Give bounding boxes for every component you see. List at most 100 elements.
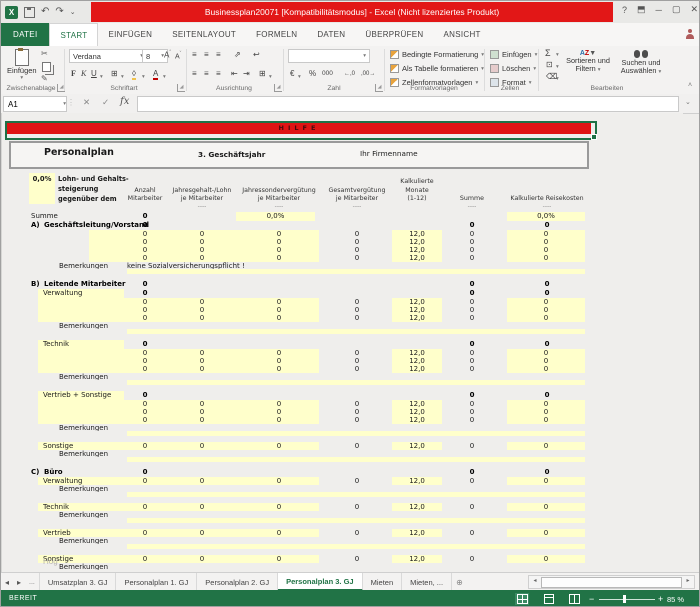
decrease-indent-icon[interactable]: ⇤	[231, 70, 238, 78]
minimize-icon[interactable]: ─	[656, 5, 662, 15]
cell-input[interactable]: 0	[254, 477, 304, 485]
cell-summe[interactable]: 0	[447, 391, 497, 400]
tab-einfuegen[interactable]: EINFÜGEN	[98, 23, 162, 46]
align-left-icon[interactable]: ≡	[192, 70, 197, 78]
sheet-title[interactable]: Personalplan	[44, 147, 114, 158]
name-box[interactable]: A1▾	[3, 96, 67, 112]
cell-gesamt[interactable]: 0	[332, 230, 382, 238]
zoom-out-icon[interactable]: −	[589, 594, 594, 604]
cell-summe[interactable]: 0	[447, 221, 497, 230]
currency-icon[interactable]: €	[290, 70, 294, 78]
cell-reise[interactable]: 0	[522, 468, 572, 477]
cell-monate[interactable]: 12,0	[392, 246, 442, 254]
cell-monate[interactable]: 12,0	[392, 529, 442, 537]
cell-monate[interactable]: 12,0	[392, 349, 442, 357]
cell-input[interactable]: 0	[120, 400, 170, 408]
align-right-icon[interactable]: ≡	[216, 70, 221, 78]
cell-input[interactable]: 0	[254, 357, 304, 365]
cell-input[interactable]: 0	[177, 529, 227, 537]
align-top-icon[interactable]: ≡	[192, 51, 197, 59]
cell-input[interactable]: 0	[254, 408, 304, 416]
cell-input[interactable]: 0	[120, 442, 170, 450]
cell-gesamt[interactable]: 0	[332, 298, 382, 306]
cell-reise[interactable]: 0	[507, 477, 585, 485]
cell-gesamt[interactable]: 0	[332, 408, 382, 416]
cell-input[interactable]: 0	[177, 254, 227, 262]
cell-input[interactable]: 0	[254, 442, 304, 450]
remark-input-cell[interactable]	[127, 329, 585, 334]
cell-input[interactable]: 0	[120, 555, 170, 563]
copy-icon[interactable]	[42, 62, 51, 72]
subsection-label[interactable]: Verwaltung	[43, 477, 123, 485]
fill-color-icon[interactable]: ◊	[132, 70, 136, 80]
company-name-cell[interactable]: Ihr Firmenname	[360, 149, 418, 158]
cell-reise[interactable]: 0	[507, 254, 585, 262]
cell-gesamt[interactable]: 0	[332, 555, 382, 563]
horizontal-scrollbar[interactable]: ◂ ▸	[528, 575, 695, 589]
cell-input[interactable]: 0	[254, 529, 304, 537]
tab-ansicht[interactable]: ANSICHT	[434, 23, 491, 46]
conditional-formatting-button[interactable]: Bedingte Formatierung▾	[390, 50, 484, 59]
cell-gesamt[interactable]: 0	[332, 238, 382, 246]
cell-summe[interactable]: 0	[447, 408, 497, 416]
column-header[interactable]: Kalkulierte Reisekosten	[498, 195, 596, 203]
cell-input[interactable]: 0	[254, 503, 304, 511]
cell-monate[interactable]: 12,0	[392, 357, 442, 365]
font-color-icon[interactable]: A	[153, 70, 158, 80]
cell-reise[interactable]: 0	[507, 349, 585, 357]
bold-icon[interactable]: F	[71, 70, 76, 78]
cell-input[interactable]: 0	[120, 349, 170, 357]
remark-input-cell[interactable]	[127, 431, 585, 436]
cell-input[interactable]: 0	[120, 529, 170, 537]
align-center-icon[interactable]: ≡	[204, 70, 209, 78]
delete-cells-button[interactable]: Löschen▾	[490, 64, 536, 73]
cell-input[interactable]: 0	[120, 357, 170, 365]
scroll-right-icon[interactable]: ▸	[683, 577, 693, 586]
cell-gesamt[interactable]: 0	[332, 416, 382, 424]
help-banner-cell[interactable]: HILFE	[7, 123, 591, 134]
cell-summe[interactable]: 0	[447, 246, 497, 254]
cell-reise[interactable]: 0	[507, 238, 585, 246]
remark-note[interactable]: keine Sozialversicherungspflicht !	[127, 262, 427, 269]
cell-input[interactable]: 0	[177, 555, 227, 563]
cell-input[interactable]: 0	[120, 416, 170, 424]
cell-gesamt[interactable]: 0	[332, 314, 382, 322]
cell-input[interactable]: 0	[177, 357, 227, 365]
horizontal-scroll-thumb[interactable]	[541, 577, 682, 588]
cell-gesamt[interactable]: 0	[332, 442, 382, 450]
cell-gesamt[interactable]: 0	[332, 306, 382, 314]
percent-icon[interactable]: %	[309, 70, 316, 78]
insert-function-icon[interactable]: fx	[120, 96, 129, 107]
expand-formula-bar-icon[interactable]: ⌄	[685, 98, 691, 106]
cell-gesamt[interactable]: 0	[332, 254, 382, 262]
close-icon[interactable]: ✕	[690, 4, 698, 15]
cell-input[interactable]: 0	[254, 349, 304, 357]
cell-input[interactable]: 0	[254, 230, 304, 238]
cancel-entry-icon[interactable]: ✕	[83, 97, 90, 108]
grow-font-icon[interactable]: Aˆ	[164, 51, 171, 60]
paste-button[interactable]: Einfügen ▾	[7, 49, 37, 81]
cell-input[interactable]: 0	[177, 298, 227, 306]
cell-reise-rate[interactable]: 0,0%	[507, 212, 585, 221]
cell-input[interactable]: 0	[177, 503, 227, 511]
subsection-label[interactable]: Technik	[38, 340, 124, 349]
remark-label[interactable]: Bemerkungen	[59, 322, 129, 329]
tab-start[interactable]: START	[49, 23, 98, 47]
help-icon[interactable]: ?	[622, 5, 627, 15]
cell-anzahl[interactable]: 0	[120, 221, 170, 230]
cell-input[interactable]: 0	[254, 365, 304, 373]
font-name-select[interactable]: Verdana▾	[69, 49, 147, 63]
tab-seitenlayout[interactable]: SEITENLAYOUT	[162, 23, 246, 46]
cell-summe[interactable]: 0	[447, 340, 497, 349]
cell-monate[interactable]: 12,0	[392, 365, 442, 373]
cell-input[interactable]: 0	[254, 314, 304, 322]
cell-reise[interactable]: 0	[507, 306, 585, 314]
cell-reise[interactable]: 0	[507, 400, 585, 408]
sheet-tab-mieten-2[interactable]: Mieten, ...	[402, 573, 452, 591]
cell-summe[interactable]: 0	[447, 238, 497, 246]
sheet-nav-left-icon[interactable]: ◂	[1, 573, 13, 591]
cell-input[interactable]: 0	[120, 408, 170, 416]
cell-summe[interactable]: 0	[447, 555, 497, 563]
sheet-tab-personalplan-1[interactable]: Personalplan 1. GJ	[116, 573, 197, 591]
remark-input-cell[interactable]	[127, 269, 585, 274]
